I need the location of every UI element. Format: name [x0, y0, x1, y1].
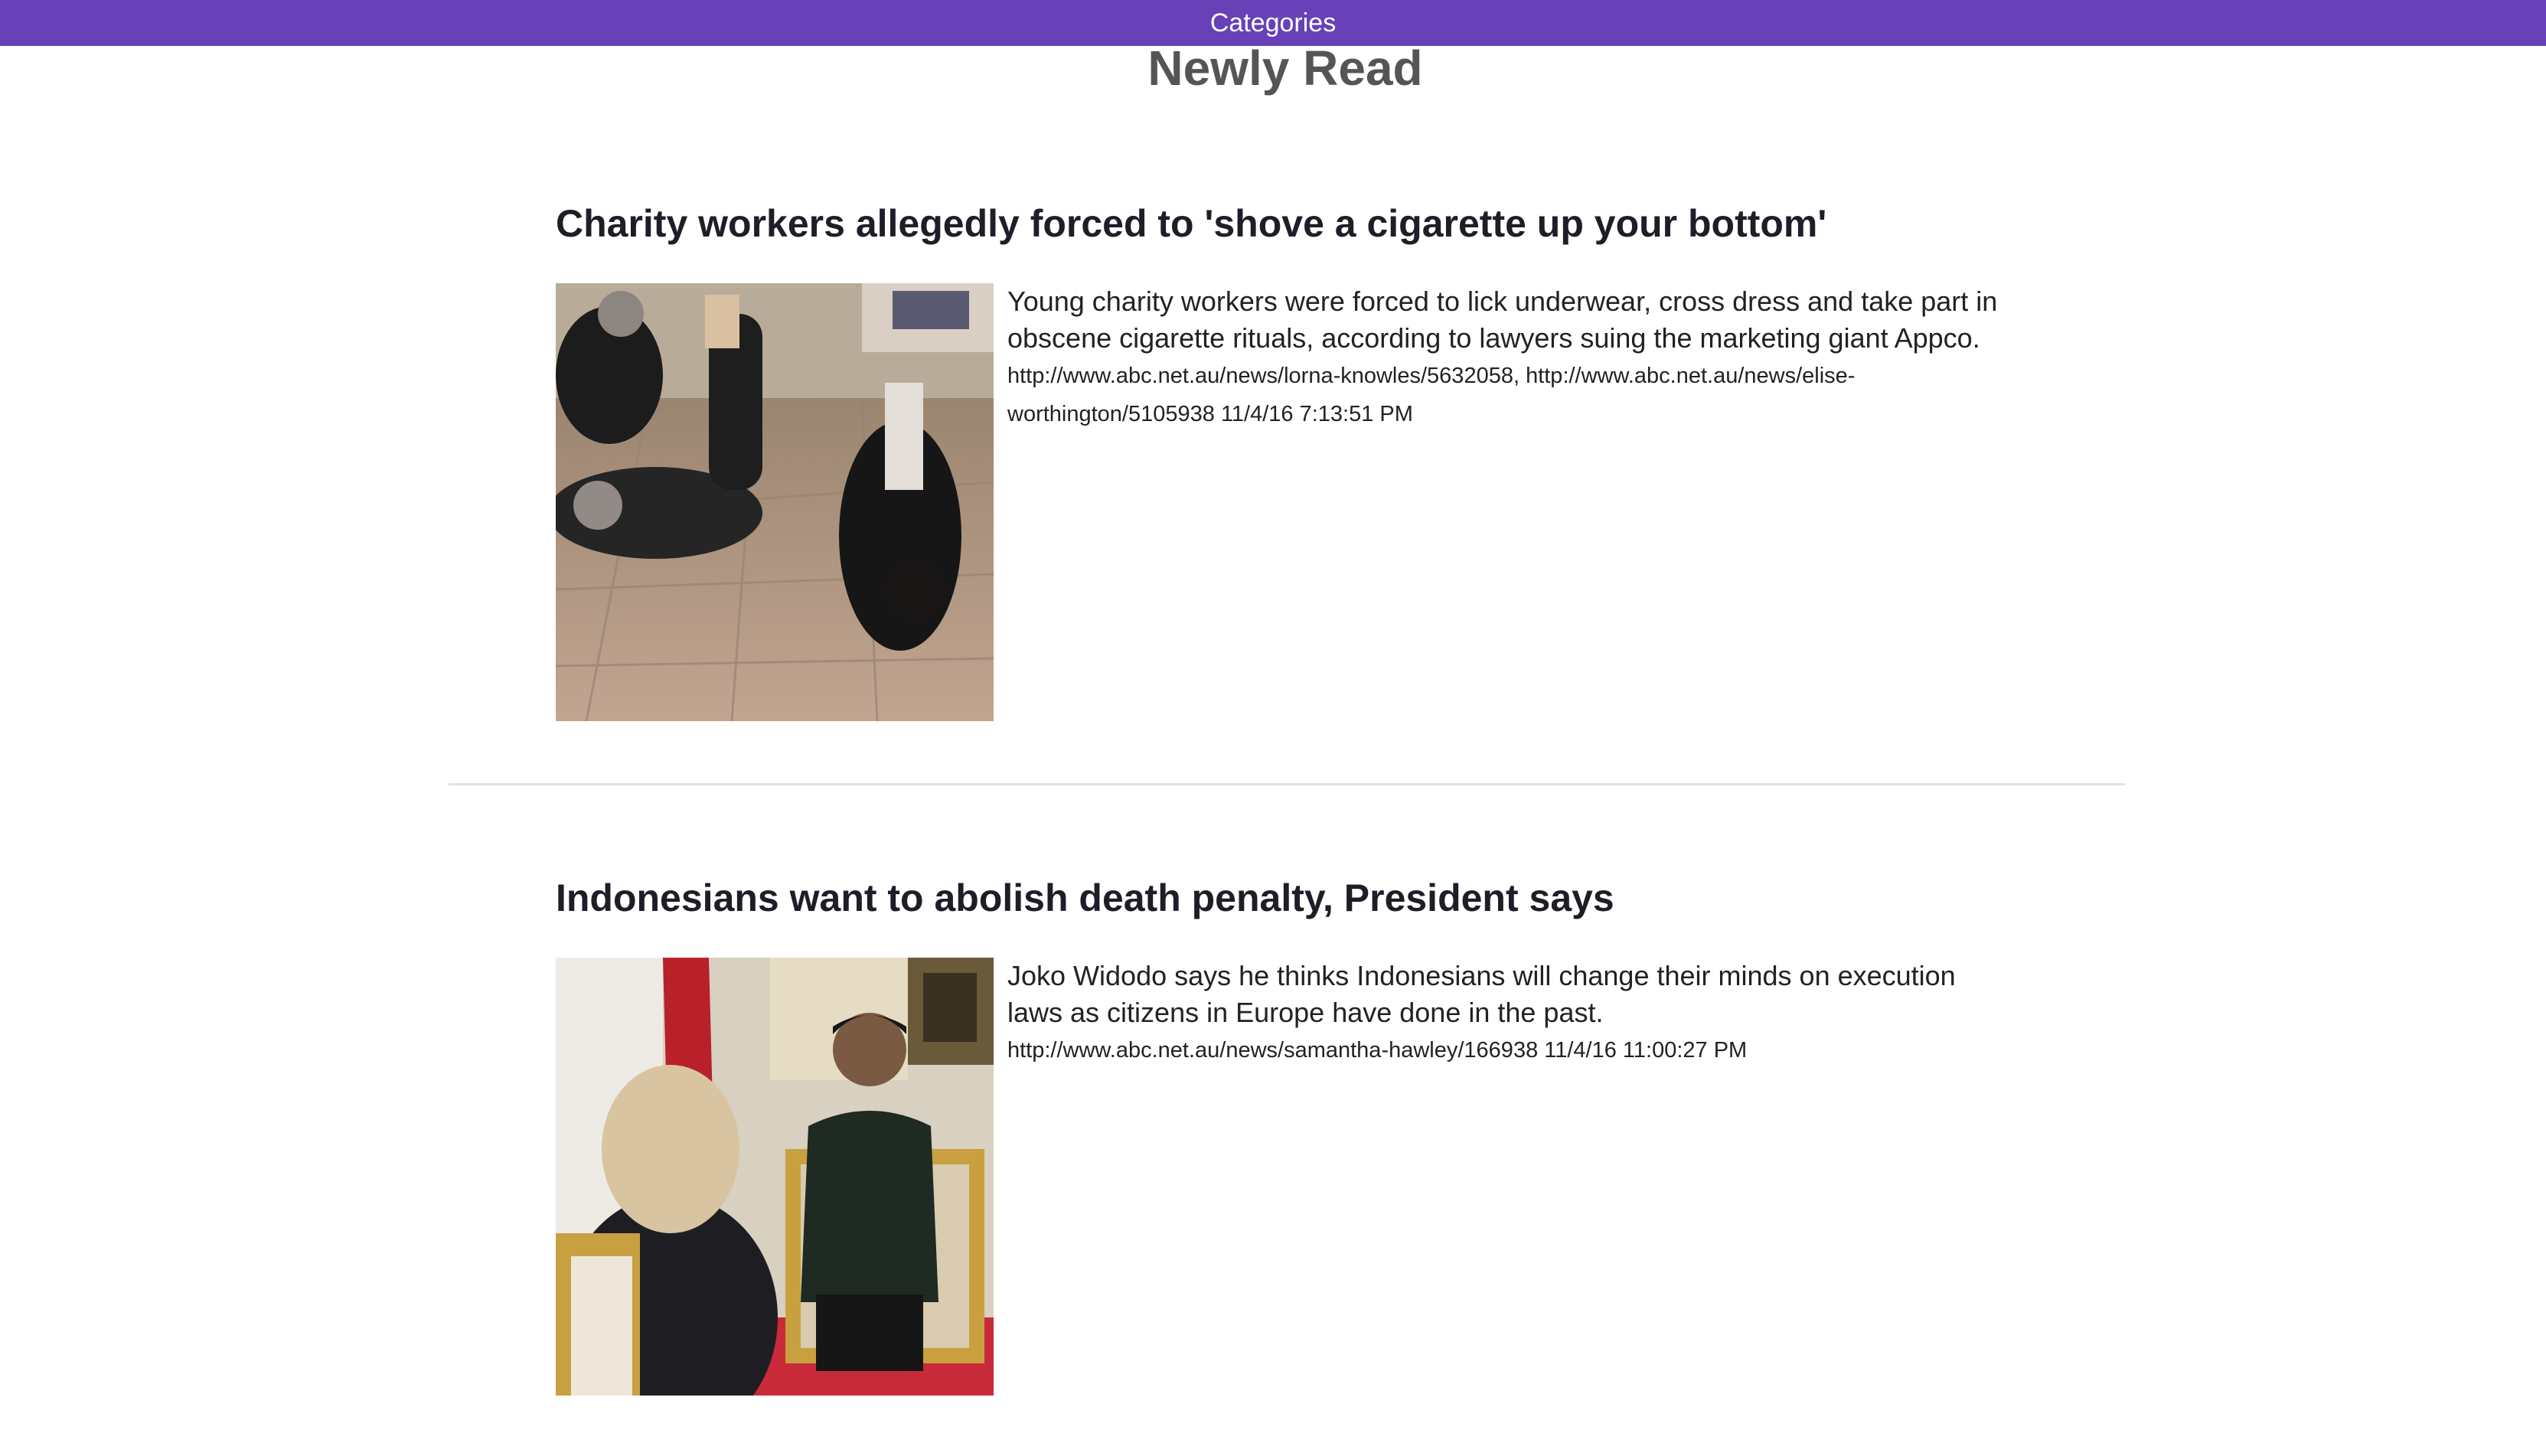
article-divider: [449, 783, 2125, 785]
article-image[interactable]: [556, 283, 994, 721]
categories-link[interactable]: Categories: [1210, 8, 1336, 38]
top-nav-bar: Categories: [0, 0, 2546, 46]
article-summary: Young charity workers were forced to lic…: [1007, 286, 1998, 354]
article-card: Charity workers allegedly forced to 'sho…: [556, 201, 2010, 721]
article-summary: Joko Widodo says he thinks Indonesians w…: [1007, 960, 1956, 1028]
page-title: Newly Read: [1147, 41, 1423, 96]
article-meta: http://www.abc.net.au/news/lorna-knowles…: [1007, 364, 1856, 426]
article-image[interactable]: [556, 958, 994, 1396]
article-title[interactable]: Charity workers allegedly forced to 'sho…: [556, 201, 2010, 246]
article-title[interactable]: Indonesians want to abolish death penalt…: [556, 875, 2010, 921]
article-meta: http://www.abc.net.au/news/samantha-hawl…: [1007, 1038, 1748, 1063]
article-card: Indonesians want to abolish death penalt…: [556, 875, 2010, 1396]
